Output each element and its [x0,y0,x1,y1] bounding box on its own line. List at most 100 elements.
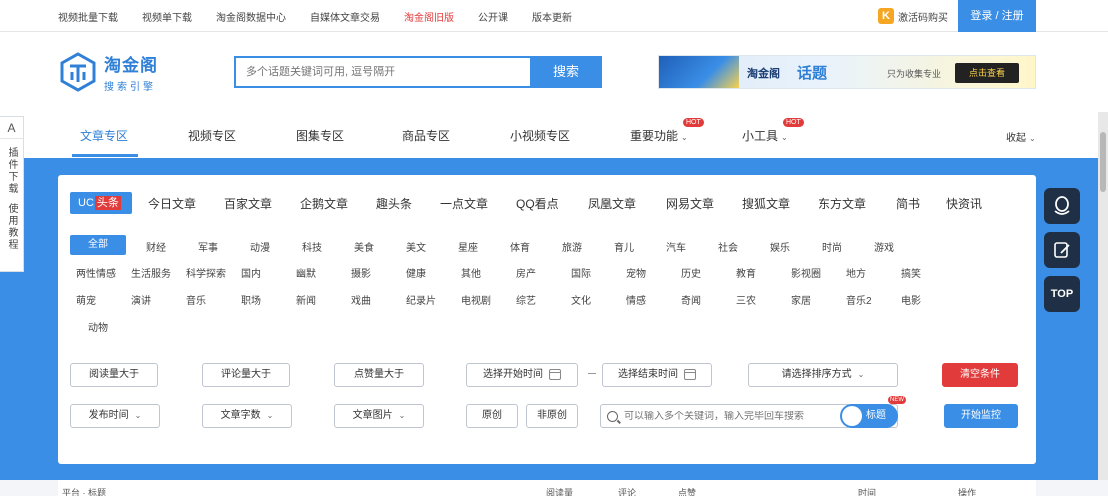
scrollbar[interactable] [1098,112,1108,480]
tab-platform[interactable]: 趣头条 [376,195,412,212]
original-button[interactable]: 原创 [466,404,518,428]
publish-time-select[interactable]: 发布时间 ⌄ [70,404,160,428]
category-item[interactable]: 国内 [241,265,261,280]
category-item[interactable]: 萌宠 [76,292,96,307]
category-item[interactable]: 科学探索 [186,265,226,280]
category-item[interactable]: 地方 [846,265,866,280]
top-link-data-center[interactable]: 淘金阁数据中心 [216,9,286,24]
category-item[interactable]: 演讲 [131,292,151,307]
search-button[interactable]: 搜索 [530,56,602,88]
category-item[interactable]: 国际 [571,265,591,280]
like-count-filter[interactable]: 点赞量大于 [334,363,424,387]
nav-item-tools[interactable]: 小工具 ⌄ HOT [742,118,804,144]
category-item[interactable]: 体育 [510,239,530,254]
tab-platform[interactable]: QQ看点 [516,195,559,212]
nav-item-products[interactable]: 商品专区 [402,127,450,144]
tab-platform[interactable]: 网易文章 [666,195,714,212]
category-item[interactable]: 健康 [406,265,426,280]
clear-conditions-button[interactable]: 清空条件 [942,363,1018,387]
tab-platform[interactable]: 凤凰文章 [588,195,636,212]
article-image-select[interactable]: 文章图片 ⌄ [334,404,424,428]
category-item[interactable]: 奇闻 [681,292,701,307]
category-item[interactable]: 美食 [354,239,374,254]
category-item[interactable]: 新闻 [296,292,316,307]
category-item[interactable]: 其他 [461,265,481,280]
login-button[interactable]: 登录 / 注册 [958,0,1036,32]
tab-platform[interactable]: 快资讯 [946,195,982,212]
category-item[interactable]: 教育 [736,265,756,280]
end-time-picker[interactable]: 选择结束时间 [602,363,712,387]
banner-cta-button[interactable]: 点击查看 [955,63,1019,83]
category-item[interactable]: 社会 [718,239,738,254]
tab-uc[interactable]: UC 头条 [70,192,132,214]
category-item[interactable]: 职场 [241,292,261,307]
category-item[interactable]: 育儿 [614,239,634,254]
nav-item-gallery[interactable]: 图集专区 [296,127,344,144]
back-to-top-button[interactable]: TOP [1044,276,1080,312]
tab-platform[interactable]: 搜狐文章 [742,195,790,212]
tab-platform[interactable]: 简书 [896,195,920,212]
category-item[interactable]: 音乐2 [846,292,872,307]
nav-item-short-videos[interactable]: 小视频专区 [510,127,570,144]
category-item[interactable]: 搞笑 [901,265,921,280]
category-item[interactable]: 动物 [88,319,108,334]
category-item[interactable]: 文化 [571,292,591,307]
keyword-input[interactable] [624,410,824,422]
font-size-icon[interactable]: A [0,117,23,139]
non-original-button[interactable]: 非原创 [526,404,578,428]
comment-count-filter[interactable]: 评论量大于 [202,363,290,387]
top-link-single-download[interactable]: 视频单下载 [142,9,192,24]
top-link-media-trade[interactable]: 自媒体文章交易 [310,9,380,24]
category-item[interactable]: 历史 [681,265,701,280]
word-count-select[interactable]: 文章字数 ⌄ [202,404,292,428]
category-item[interactable]: 房产 [516,265,536,280]
sort-select[interactable]: 请选择排序方式 ⌄ [748,363,898,387]
nav-item-videos[interactable]: 视频专区 [188,127,236,144]
category-item[interactable]: 汽车 [666,239,686,254]
category-item[interactable]: 两性情感 [76,265,116,280]
category-item[interactable]: 三农 [736,292,756,307]
ad-banner[interactable]: 淘金阁 话题 只为收集专业 点击查看 [658,55,1036,89]
start-monitor-button[interactable]: 开始监控 [944,404,1018,428]
nav-item-key-features[interactable]: 重要功能 ⌄ HOT [630,118,704,144]
category-item[interactable]: 宠物 [626,265,646,280]
category-item[interactable]: 综艺 [516,292,536,307]
category-item[interactable]: 电影 [901,292,921,307]
start-time-picker[interactable]: 选择开始时间 [466,363,578,387]
category-item[interactable]: 情感 [626,292,646,307]
qq-support-button[interactable] [1044,188,1080,224]
tab-platform[interactable]: 企鹅文章 [300,195,348,212]
category-item[interactable]: 星座 [458,239,478,254]
category-item[interactable]: 军事 [198,239,218,254]
top-link-open-class[interactable]: 公开课 [478,9,508,24]
category-item[interactable]: 游戏 [874,239,894,254]
search-input[interactable] [234,56,530,88]
category-item[interactable]: 音乐 [186,292,206,307]
tab-platform[interactable]: 百家文章 [224,195,272,212]
category-item[interactable]: 家居 [791,292,811,307]
collapse-toggle[interactable]: 收起 ⌄ [1006,129,1036,144]
category-item[interactable]: 戏曲 [351,292,371,307]
tab-platform[interactable]: 东方文章 [818,195,866,212]
category-item[interactable]: 动漫 [250,239,270,254]
top-link-batch-download[interactable]: 视频批量下载 [58,9,118,24]
category-item[interactable]: 影视圈 [791,265,821,280]
category-item[interactable]: 财经 [146,239,166,254]
top-link-old-version[interactable]: 淘金阁旧版 [404,9,454,24]
category-item[interactable]: 娱乐 [770,239,790,254]
category-item[interactable]: 幽默 [296,265,316,280]
title-toggle[interactable]: 标题 NEW [840,396,906,428]
read-count-filter[interactable]: 阅读量大于 [70,363,158,387]
category-item[interactable]: 摄影 [351,265,371,280]
tab-platform[interactable]: 一点文章 [440,195,488,212]
category-item[interactable]: 纪录片 [406,292,436,307]
nav-item-articles[interactable]: 文章专区 [80,127,128,144]
logo[interactable]: 淘金阁 搜索引擎 [58,50,188,94]
top-link-updates[interactable]: 版本更新 [532,9,572,24]
category-item[interactable]: 美文 [406,239,426,254]
tab-platform[interactable]: 今日文章 [148,195,196,212]
feedback-button[interactable] [1044,232,1080,268]
category-item[interactable]: 电视剧 [461,292,491,307]
category-item[interactable]: 科技 [302,239,322,254]
promo-link[interactable]: K 激活码购买 [878,0,948,32]
